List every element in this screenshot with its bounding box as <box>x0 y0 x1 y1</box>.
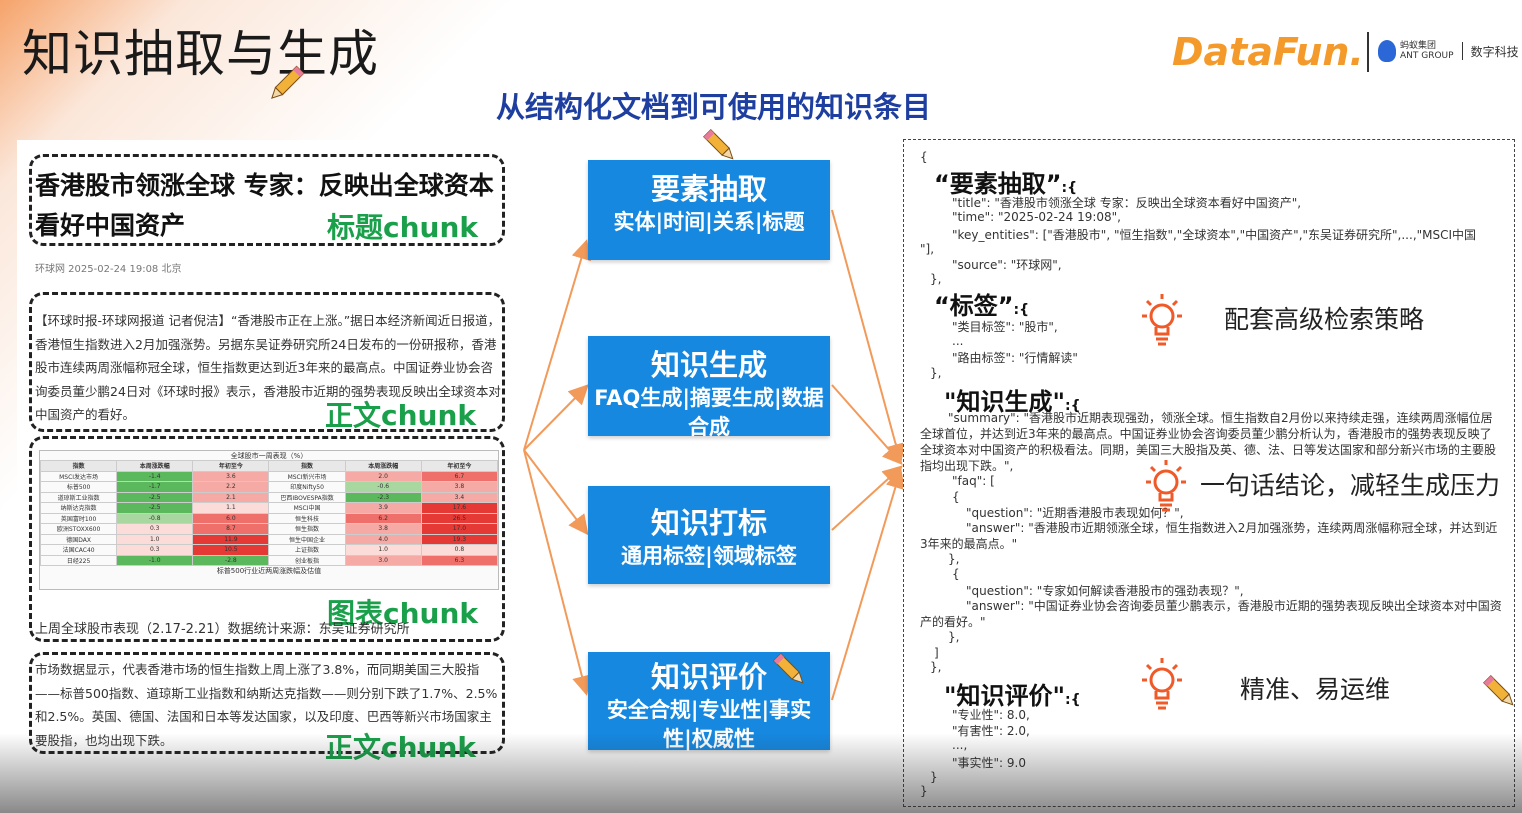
arrow-to-tag <box>523 449 589 536</box>
lightbulb-icon <box>1146 460 1186 512</box>
json-key-tags: “标签”:{ <box>934 286 1029 321</box>
json-close-1: }, <box>930 272 942 286</box>
json-tag-dots: ... <box>952 334 964 348</box>
json-faq-close: ] <box>934 646 939 660</box>
arrow-tag-out <box>831 465 903 531</box>
json-faq-brace-close-2: }, <box>948 630 960 644</box>
box-knowledge-evaluation-sub: 安全合规|专业性|事实性|权威性 <box>606 698 812 751</box>
json-eval-professional: "专业性": 8.0, <box>952 708 1030 722</box>
annotation-accuracy: 精准、易运维 <box>1240 675 1391 704</box>
json-title-line: "title": "香港股市领涨全球 专家：反映出全球资本看好中国资产", <box>952 196 1302 210</box>
json-eval-factual: "事实性": 9.0 <box>952 756 1026 770</box>
box-knowledge-generation-sub: FAQ生成|摘要生成|数据合成 <box>594 386 824 439</box>
box-knowledge-generation-title: 知识生成 <box>650 348 767 382</box>
json-time-line: "time": "2025-02-24 19:08", <box>952 210 1121 224</box>
lightbulb-icon <box>1142 658 1182 710</box>
annotation-conclusion: 一句话结论，减轻生成压力 <box>1200 471 1501 500</box>
json-entities-line: "key_entities": ["香港股市", "恒生指数","全球资本","… <box>952 228 1477 242</box>
json-eval-harm: "有害性": 2.0, <box>952 724 1030 738</box>
annotation-retrieval: 配套高级检索策略 <box>1224 305 1425 334</box>
json-close-2: }, <box>930 366 942 380</box>
json-close-4: } <box>930 770 938 784</box>
json-faq-brace-close: }, <box>948 552 960 566</box>
box-element-extraction-sub: 实体|时间|关系|标题 <box>613 210 805 234</box>
json-entities-line2: "], <box>920 242 935 256</box>
arrow-evaluate-out <box>831 468 906 701</box>
json-tag-category: "类目标签": "股市", <box>952 320 1058 334</box>
json-faq-q2: "question": "专家如何解读香港股市的强劲表现？", <box>966 584 1244 598</box>
json-key-tags-text: “标签” <box>934 292 1014 320</box>
lightbulb-icon <box>1142 294 1182 346</box>
json-summary: "summary": "香港股市近期表现强劲，领涨全球。恒生指数自2月份以来持续… <box>920 411 1497 473</box>
json-faq-brace-open-2: { <box>952 567 960 581</box>
box-element-extraction-title: 要素抽取 <box>650 172 767 206</box>
json-close-3: }, <box>930 660 942 674</box>
json-key-evaluation-tail: :{ <box>1065 692 1081 708</box>
json-close-final: } <box>920 784 928 798</box>
box-knowledge-tagging: 知识打标 通用标签|领域标签 <box>588 486 830 584</box>
json-faq-a2: "answer": "中国证券业协会咨询委员董少鹏表示，香港股市近期的强势表现反… <box>920 599 1502 629</box>
pencil-icon <box>1483 675 1514 706</box>
json-key-tags-tail: :{ <box>1013 302 1030 318</box>
json-faq-open: "faq": [ <box>952 474 995 488</box>
pencil-icon <box>703 129 734 160</box>
json-faq-brace-open: { <box>952 490 960 504</box>
box-knowledge-tagging-sub: 通用标签|领域标签 <box>621 544 797 568</box>
box-knowledge-generation: 知识生成 FAQ生成|摘要生成|数据合成 <box>588 336 830 439</box>
box-knowledge-tagging-title: 知识打标 <box>650 506 767 540</box>
box-element-extraction: 要素抽取 实体|时间|关系|标题 <box>588 160 830 260</box>
arrow-to-evaluate <box>523 449 592 696</box>
pencil-icon <box>773 653 804 684</box>
json-faq-a1: "answer": "香港股市近期领涨全球，恒生指数进入2月加强涨势，连续两周涨… <box>920 521 1498 551</box>
json-open-brace: { <box>920 150 928 164</box>
json-tag-route: "路由标签": "行情解读" <box>952 351 1078 365</box>
json-eval-dots: ..., <box>952 738 968 752</box>
json-source-line: "source": "环球网", <box>952 258 1062 272</box>
